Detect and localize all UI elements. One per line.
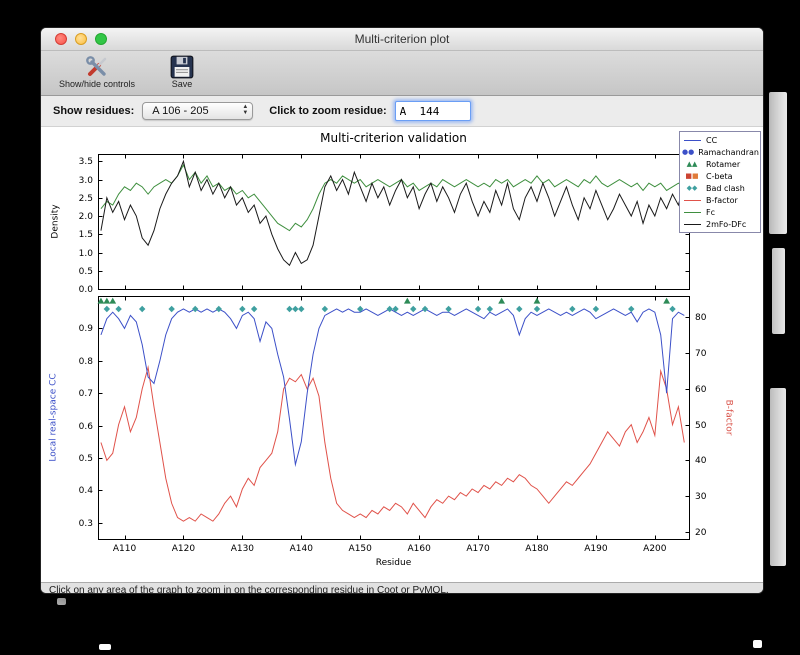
desktop-artifact xyxy=(770,388,786,566)
desktop-artifact xyxy=(57,598,66,605)
legend-item: B-factor xyxy=(682,194,758,206)
controls-row: Show residues: A 106 - 205 ▲ ▼ Click to z… xyxy=(41,96,763,127)
toolbar: Show/hide controls Save xyxy=(41,51,763,96)
plot-legend: CC ● ● Ramachandran ▲ ▲ Rotamer ■ ■ C-beta ◆ ◆ Bad c… xyxy=(679,131,761,233)
tools-icon xyxy=(84,54,110,80)
legend-item: CC xyxy=(682,134,758,146)
show-hide-controls-button[interactable]: Show/hide controls xyxy=(55,53,139,90)
status-text: Click on any area of the graph to zoom i… xyxy=(49,585,449,594)
legend-label: Fc xyxy=(706,207,715,217)
residue-range-dropdown[interactable]: A 106 - 205 ▲ ▼ xyxy=(142,102,254,120)
legend-label: 2mFo-DFc xyxy=(706,219,747,229)
legend-line-symbol xyxy=(682,139,702,141)
legend-square-icon: ■ ■ xyxy=(685,171,699,180)
desktop-artifact xyxy=(753,640,762,648)
legend-item: ◆ ◆ Bad clash xyxy=(682,182,758,194)
show-residues-label: Show residues: xyxy=(53,105,135,117)
legend-line-symbol xyxy=(682,223,702,225)
legend-label: CC xyxy=(706,135,718,145)
desktop-artifact xyxy=(769,92,787,234)
multi-criterion-plot-window: Multi-criterion plot Show/hide controls xyxy=(40,27,764,594)
legend-line-symbol xyxy=(682,199,702,201)
legend-line-symbol xyxy=(682,211,702,213)
plot-title: Multi-criterion validation xyxy=(320,131,467,145)
legend-diamond-icon: ◆ ◆ xyxy=(686,183,698,192)
legend-label: B-factor xyxy=(706,195,738,205)
plot-figure: Multi-criterion validation CC ● ● Ramachand… xyxy=(41,127,763,582)
save-floppy-icon xyxy=(169,54,195,80)
legend-circle-icon: ● ● xyxy=(682,147,695,156)
zoom-residue-label: Click to zoom residue: xyxy=(269,105,387,117)
status-bar: Click on any area of the graph to zoom i… xyxy=(41,582,763,594)
title-bar[interactable]: Multi-criterion plot xyxy=(41,28,763,51)
legend-label: Bad clash xyxy=(706,183,745,193)
legend-item: ▲ ▲ Rotamer xyxy=(682,158,758,170)
legend-label: Rotamer xyxy=(706,159,741,169)
save-button[interactable]: Save xyxy=(165,53,199,90)
legend-triangle-icon: ▲ ▲ xyxy=(686,159,698,168)
desktop-artifact xyxy=(99,644,111,650)
desktop-artifact xyxy=(772,248,785,334)
save-label: Save xyxy=(171,79,193,89)
legend-item: 2mFo-DFc xyxy=(682,218,758,230)
zoom-residue-input[interactable] xyxy=(394,101,471,121)
legend-label: Ramachandran xyxy=(698,147,759,157)
legend-label: C-beta xyxy=(706,171,733,181)
plot-canvas[interactable] xyxy=(41,127,763,582)
legend-item: ■ ■ C-beta xyxy=(682,170,758,182)
legend-item: Fc xyxy=(682,206,758,218)
legend-item: ● ● Ramachandran xyxy=(682,146,759,158)
residue-range-value: A 106 - 205 xyxy=(152,105,209,117)
show-hide-controls-label: Show/hide controls xyxy=(59,79,136,89)
dropdown-arrows-icon: ▲ ▼ xyxy=(242,104,249,116)
window-title: Multi-criterion plot xyxy=(354,32,450,46)
